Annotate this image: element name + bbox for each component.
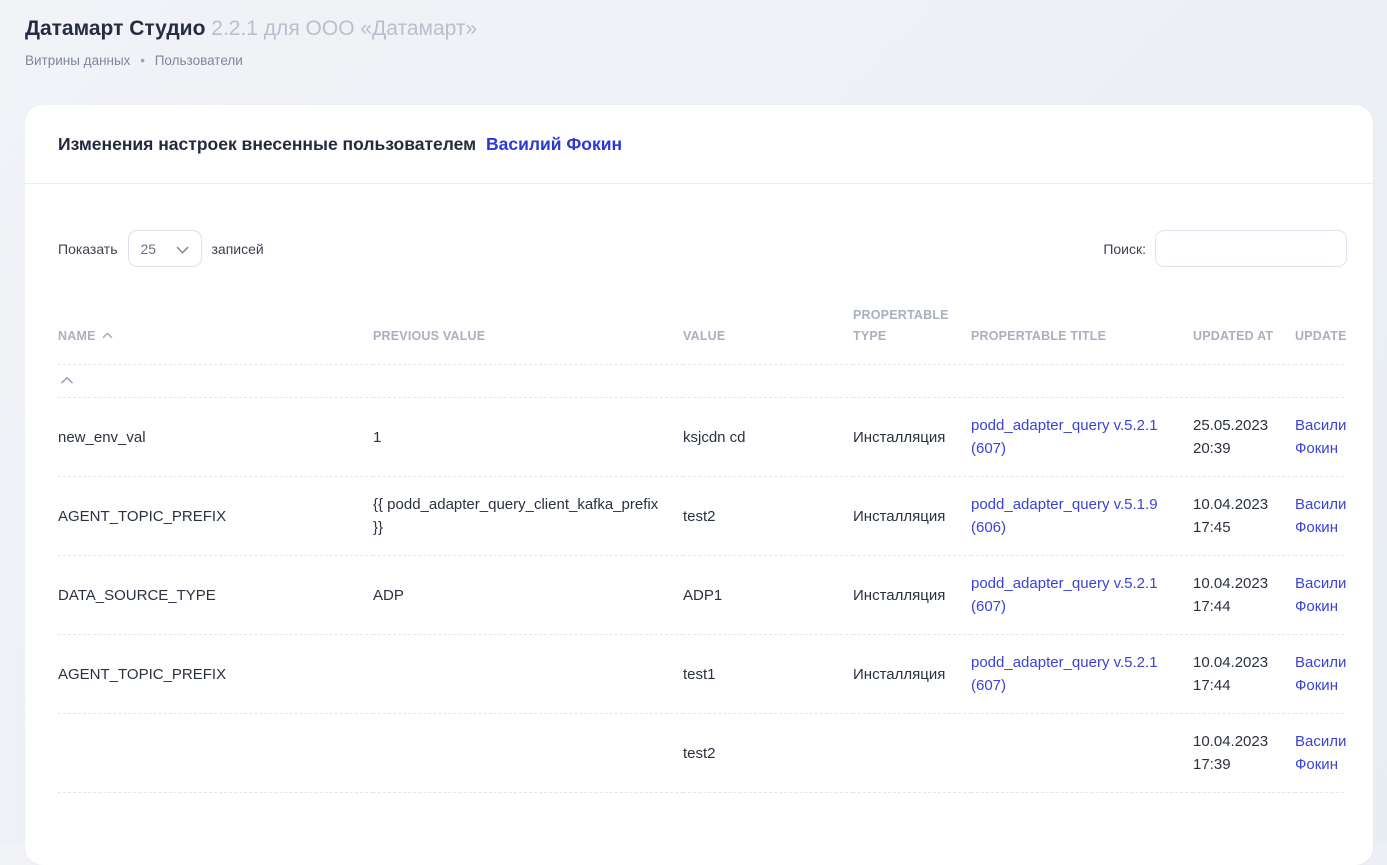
cell-propertable-type: Инсталляция xyxy=(853,477,971,556)
cell-updated-at: 10.04.2023 17:44 xyxy=(1193,556,1295,635)
cell-propertable-type: Инсталляция xyxy=(853,635,971,714)
breadcrumb-item-vitriny[interactable]: Витрины данных xyxy=(25,53,130,68)
cell-updated-by: Василий Фокин xyxy=(1295,398,1347,477)
cell-propertable-title xyxy=(971,714,1193,793)
user-link[interactable]: Василий Фокин xyxy=(486,134,622,154)
propertable-title-link[interactable]: podd_adapter_query v.5.1.9 (606) xyxy=(971,496,1158,536)
card-heading-text: Изменения настроек внесенные пользовател… xyxy=(58,134,476,154)
app-title: Датамарт Студио xyxy=(25,17,205,40)
cell-value: test2 xyxy=(683,714,853,793)
cell-previous-value xyxy=(373,714,683,793)
column-header-propertable-type[interactable]: Propertable type xyxy=(853,267,971,365)
cell-updated-at: 10.04.2023 17:45 xyxy=(1193,477,1295,556)
cell-propertable-title: podd_adapter_query v.5.2.1 (607) xyxy=(971,556,1193,635)
changes-table: Name Previous value Value Propertable ty… xyxy=(58,267,1347,793)
cell-updated-by: Василий Фокин xyxy=(1295,477,1347,556)
table-row: AGENT_TOPIC_PREFIX {{ podd_adapter_query… xyxy=(58,477,1347,556)
cell-name: AGENT_TOPIC_PREFIX xyxy=(58,477,373,556)
cell-value: ksjcdn cd xyxy=(683,398,853,477)
cell-propertable-type: Инсталляция xyxy=(853,398,971,477)
group-row xyxy=(58,365,1347,398)
cell-updated-by: Василий Фокин xyxy=(1295,556,1347,635)
search-label: Поиск: xyxy=(1103,241,1146,257)
sort-asc-icon xyxy=(102,325,113,346)
propertable-title-link[interactable]: podd_adapter_query v.5.2.1 (607) xyxy=(971,417,1158,457)
chevron-up-icon[interactable] xyxy=(60,376,74,385)
table-wrapper: Name Previous value Value Propertable ty… xyxy=(58,267,1347,793)
search-input[interactable] xyxy=(1155,230,1347,267)
updated-by-link[interactable]: Василий Фокин xyxy=(1295,417,1347,457)
table-row: test2 10.04.2023 17:39 Василий Фокин xyxy=(58,714,1347,793)
column-header-value[interactable]: Value xyxy=(683,267,853,365)
cell-value: test1 xyxy=(683,635,853,714)
table-header-row: Name Previous value Value Propertable ty… xyxy=(58,267,1347,365)
app-subtitle: 2.2.1 для ООО «Датамарт» xyxy=(211,17,477,40)
updated-by-link[interactable]: Василий Фокин xyxy=(1295,733,1347,773)
table-row: new_env_val 1 ksjcdn cd Инсталляция podd… xyxy=(58,398,1347,477)
cell-previous-value xyxy=(373,635,683,714)
cell-propertable-title: podd_adapter_query v.5.2.1 (607) xyxy=(971,635,1193,714)
app-title-line: Датамарт Студио 2.2.1 для ООО «Датамарт» xyxy=(25,16,1387,42)
cell-updated-at: 10.04.2023 17:44 xyxy=(1193,635,1295,714)
page-size-value: 25 xyxy=(141,241,157,257)
cell-previous-value: {{ podd_adapter_query_client_kafka_prefi… xyxy=(373,477,683,556)
cell-propertable-type xyxy=(853,714,971,793)
breadcrumb-separator: • xyxy=(140,53,145,68)
cell-name xyxy=(58,714,373,793)
column-header-propertable-title[interactable]: Propertable title xyxy=(971,267,1193,365)
records-label: записей xyxy=(212,241,264,257)
table-row: AGENT_TOPIC_PREFIX test1 Инсталляция pod… xyxy=(58,635,1347,714)
table-controls: Показать 25 записей Поиск: xyxy=(58,230,1347,267)
page-header: Датамарт Студио 2.2.1 для ООО «Датамарт»… xyxy=(0,0,1387,68)
cell-name: AGENT_TOPIC_PREFIX xyxy=(58,635,373,714)
settings-changes-card: Изменения настроек внесенные пользовател… xyxy=(25,105,1373,865)
cell-name: DATA_SOURCE_TYPE xyxy=(58,556,373,635)
cell-value: ADP1 xyxy=(683,556,853,635)
column-header-previous-value[interactable]: Previous value xyxy=(373,267,683,365)
cell-propertable-title: podd_adapter_query v.5.2.1 (607) xyxy=(971,398,1193,477)
search-control: Поиск: xyxy=(1103,230,1347,267)
cell-previous-value: 1 xyxy=(373,398,683,477)
chevron-down-icon xyxy=(176,241,189,257)
cell-name: new_env_val xyxy=(58,398,373,477)
cell-updated-by: Василий Фокин xyxy=(1295,714,1347,793)
table-row: DATA_SOURCE_TYPE ADP ADP1 Инсталляция po… xyxy=(58,556,1347,635)
propertable-title-link[interactable]: podd_adapter_query v.5.2.1 (607) xyxy=(971,575,1158,615)
updated-by-link[interactable]: Василий Фокин xyxy=(1295,575,1347,615)
column-header-name[interactable]: Name xyxy=(58,267,373,365)
cell-updated-at: 10.04.2023 17:39 xyxy=(1193,714,1295,793)
page-size-select[interactable]: 25 xyxy=(128,230,202,267)
column-header-updated-at[interactable]: Updated at xyxy=(1193,267,1295,365)
cell-updated-at: 25.05.2023 20:39 xyxy=(1193,398,1295,477)
cell-previous-value: ADP xyxy=(373,556,683,635)
card-heading: Изменения настроек внесенные пользовател… xyxy=(25,105,1373,184)
cell-propertable-type: Инсталляция xyxy=(853,556,971,635)
page-length-control: Показать 25 записей xyxy=(58,230,264,267)
cell-updated-by: Василий Фокин xyxy=(1295,635,1347,714)
breadcrumb-item-polzovateli[interactable]: Пользователи xyxy=(155,53,243,68)
cell-value: test2 xyxy=(683,477,853,556)
updated-by-link[interactable]: Василий Фокин xyxy=(1295,654,1347,694)
propertable-title-link[interactable]: podd_adapter_query v.5.2.1 (607) xyxy=(971,654,1158,694)
updated-by-link[interactable]: Василий Фокин xyxy=(1295,496,1347,536)
cell-propertable-title: podd_adapter_query v.5.1.9 (606) xyxy=(971,477,1193,556)
column-header-updated-by[interactable]: Updated by xyxy=(1295,267,1347,365)
show-label: Показать xyxy=(58,241,118,257)
breadcrumb: Витрины данных • Пользователи xyxy=(25,53,1387,68)
